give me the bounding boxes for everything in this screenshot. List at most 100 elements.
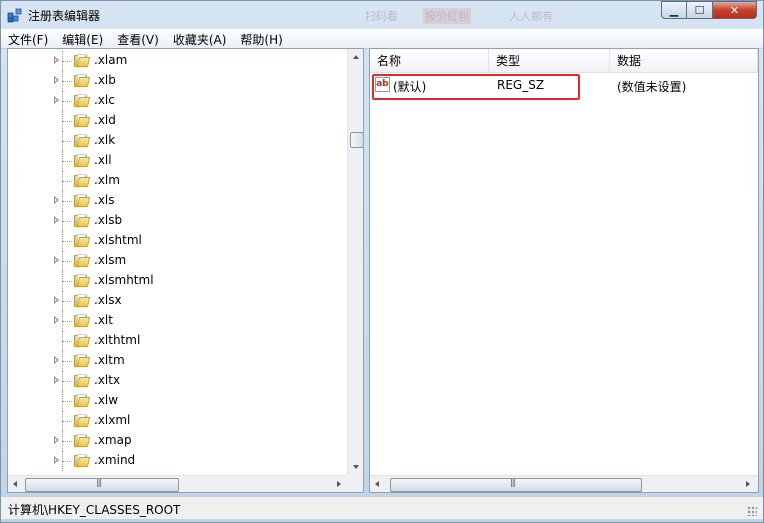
folder-icon bbox=[74, 374, 91, 387]
title-bar[interactable]: 注册表编辑器 扫码看 报价红包 人人都有 ▁ ☐ ✕ bbox=[1, 1, 763, 29]
tree-item-label: .xlt bbox=[94, 313, 113, 327]
scroll-left-arrow-icon[interactable] bbox=[13, 481, 17, 487]
tree-item[interactable]: .xlsb bbox=[8, 211, 348, 231]
expand-arrow-icon[interactable] bbox=[54, 356, 59, 364]
tree-item[interactable]: .xlsmhtml bbox=[8, 271, 348, 291]
value-data: (数值未设置) bbox=[617, 80, 687, 94]
maximize-button[interactable]: ☐ bbox=[687, 1, 713, 19]
maximize-icon: ☐ bbox=[694, 3, 705, 17]
column-header-data[interactable]: 数据 bbox=[610, 49, 758, 73]
expand-arrow-icon[interactable] bbox=[54, 436, 59, 444]
expand-arrow-icon[interactable] bbox=[54, 216, 59, 224]
scroll-left-arrow-icon[interactable] bbox=[375, 481, 379, 487]
expand-arrow-icon[interactable] bbox=[54, 296, 59, 304]
tree-line bbox=[62, 81, 72, 82]
column-header-type[interactable]: 类型 bbox=[489, 49, 610, 73]
tree-item-label: .xltx bbox=[94, 373, 121, 387]
registry-editor-window: 注册表编辑器 扫码看 报价红包 人人都有 ▁ ☐ ✕ 文件(F) 编辑(E) 查… bbox=[0, 0, 764, 523]
tree-item[interactable]: .xlw bbox=[8, 391, 348, 411]
registry-values-list[interactable]: 名称 类型 数据 ab (默认) REG_SZ (数值未设置) ||| bbox=[369, 48, 759, 493]
scroll-down-arrow-icon[interactable] bbox=[353, 465, 359, 469]
tree-item[interactable]: .xmind bbox=[8, 451, 348, 471]
scroll-right-arrow-icon[interactable] bbox=[746, 481, 750, 487]
folder-icon bbox=[74, 214, 91, 227]
tree-item[interactable]: .xlshtml bbox=[8, 231, 348, 251]
tree-item[interactable]: .xlam bbox=[8, 51, 348, 71]
tree-item[interactable]: .xlc bbox=[8, 91, 348, 111]
folder-icon bbox=[74, 294, 91, 307]
folder-icon bbox=[74, 334, 91, 347]
tree-item-label: .xlsm bbox=[94, 253, 127, 267]
tree-line bbox=[62, 181, 72, 182]
expand-arrow-icon[interactable] bbox=[54, 196, 59, 204]
tree-line bbox=[62, 341, 72, 342]
tree-item-label: .xlk bbox=[94, 133, 116, 147]
minimize-icon: ▁ bbox=[669, 3, 679, 17]
tree-item[interactable]: .xlthtml bbox=[8, 331, 348, 351]
tree-item[interactable]: .xlxml bbox=[8, 411, 348, 431]
expand-arrow-icon[interactable] bbox=[54, 256, 59, 264]
tree-item[interactable]: .xld bbox=[8, 111, 348, 131]
menu-view[interactable]: 查看(V) bbox=[110, 29, 166, 48]
close-button[interactable]: ✕ bbox=[713, 1, 757, 19]
tree-item[interactable]: .xltx bbox=[8, 371, 348, 391]
tree-item-label: .xls bbox=[94, 193, 115, 207]
tree-item[interactable]: .xltm bbox=[8, 351, 348, 371]
column-header-name[interactable]: 名称 bbox=[370, 49, 489, 73]
expand-arrow-icon[interactable] bbox=[54, 96, 59, 104]
folder-icon bbox=[74, 194, 91, 207]
scroll-grip-icon: ||| bbox=[510, 478, 516, 487]
tree-line bbox=[62, 361, 72, 362]
menu-edit[interactable]: 编辑(E) bbox=[55, 29, 110, 48]
tree-line bbox=[62, 321, 72, 322]
expand-arrow-icon[interactable] bbox=[54, 56, 59, 64]
menu-file[interactable]: 文件(F) bbox=[1, 29, 55, 48]
tree-vertical-scroll-thumb[interactable] bbox=[350, 132, 363, 148]
folder-icon bbox=[74, 454, 91, 467]
tree-item[interactable]: .xls bbox=[8, 191, 348, 211]
window-title: 注册表编辑器 bbox=[28, 9, 101, 23]
tree-item[interactable]: .xlt bbox=[8, 311, 348, 331]
folder-icon bbox=[74, 74, 91, 87]
tree-line bbox=[62, 421, 72, 422]
menu-help[interactable]: 帮助(H) bbox=[233, 29, 289, 48]
tree-vertical-scrollbar[interactable] bbox=[347, 49, 363, 475]
tree-line bbox=[62, 461, 72, 462]
highlight-box bbox=[372, 74, 580, 100]
menu-favorites[interactable]: 收藏夹(A) bbox=[166, 29, 234, 48]
tree-item[interactable]: .xlm bbox=[8, 171, 348, 191]
tree-item[interactable]: .xlk bbox=[8, 131, 348, 151]
scrollbar-corner bbox=[347, 475, 363, 492]
status-path: 计算机\HKEY_CLASSES_ROOT bbox=[8, 503, 181, 517]
resize-grip-icon[interactable] bbox=[747, 506, 757, 516]
scroll-up-arrow-icon[interactable] bbox=[353, 55, 359, 59]
scroll-right-arrow-icon[interactable] bbox=[337, 481, 341, 487]
tree-item[interactable]: .xmap bbox=[8, 431, 348, 451]
expand-arrow-icon[interactable] bbox=[54, 76, 59, 84]
tree-line bbox=[62, 221, 72, 222]
expand-arrow-icon[interactable] bbox=[54, 316, 59, 324]
registry-key-tree[interactable]: .xlam .xlb .xlc .xld .xlk .xll .xlm .xls .xlsb .x… bbox=[7, 48, 364, 493]
tree-line bbox=[62, 121, 72, 122]
tree-item-label: .xlc bbox=[94, 93, 115, 107]
tree-item[interactable]: .xll bbox=[8, 151, 348, 171]
tree-line bbox=[62, 441, 72, 442]
folder-icon bbox=[74, 314, 91, 327]
expand-arrow-icon[interactable] bbox=[54, 456, 59, 464]
tree-item-label: .xll bbox=[94, 153, 112, 167]
tree-line bbox=[62, 401, 72, 402]
minimize-button[interactable]: ▁ bbox=[661, 1, 687, 19]
tree-item[interactable]: .xlsm bbox=[8, 251, 348, 271]
tree-horizontal-scrollbar[interactable]: ||| bbox=[8, 475, 347, 492]
values-horizontal-scrollbar[interactable]: ||| bbox=[370, 475, 758, 492]
expand-arrow-icon[interactable] bbox=[54, 376, 59, 384]
tree-item-label: .xlthtml bbox=[94, 333, 141, 347]
tree-horizontal-scroll-thumb[interactable] bbox=[25, 478, 179, 492]
folder-icon bbox=[74, 434, 91, 447]
folder-icon bbox=[74, 414, 91, 427]
tree-item-label: .xmap bbox=[94, 433, 132, 447]
tree-item[interactable]: .xlsx bbox=[8, 291, 348, 311]
tree-item[interactable]: .xlb bbox=[8, 71, 348, 91]
tree-line bbox=[62, 101, 72, 102]
values-horizontal-scroll-thumb[interactable] bbox=[390, 478, 642, 492]
